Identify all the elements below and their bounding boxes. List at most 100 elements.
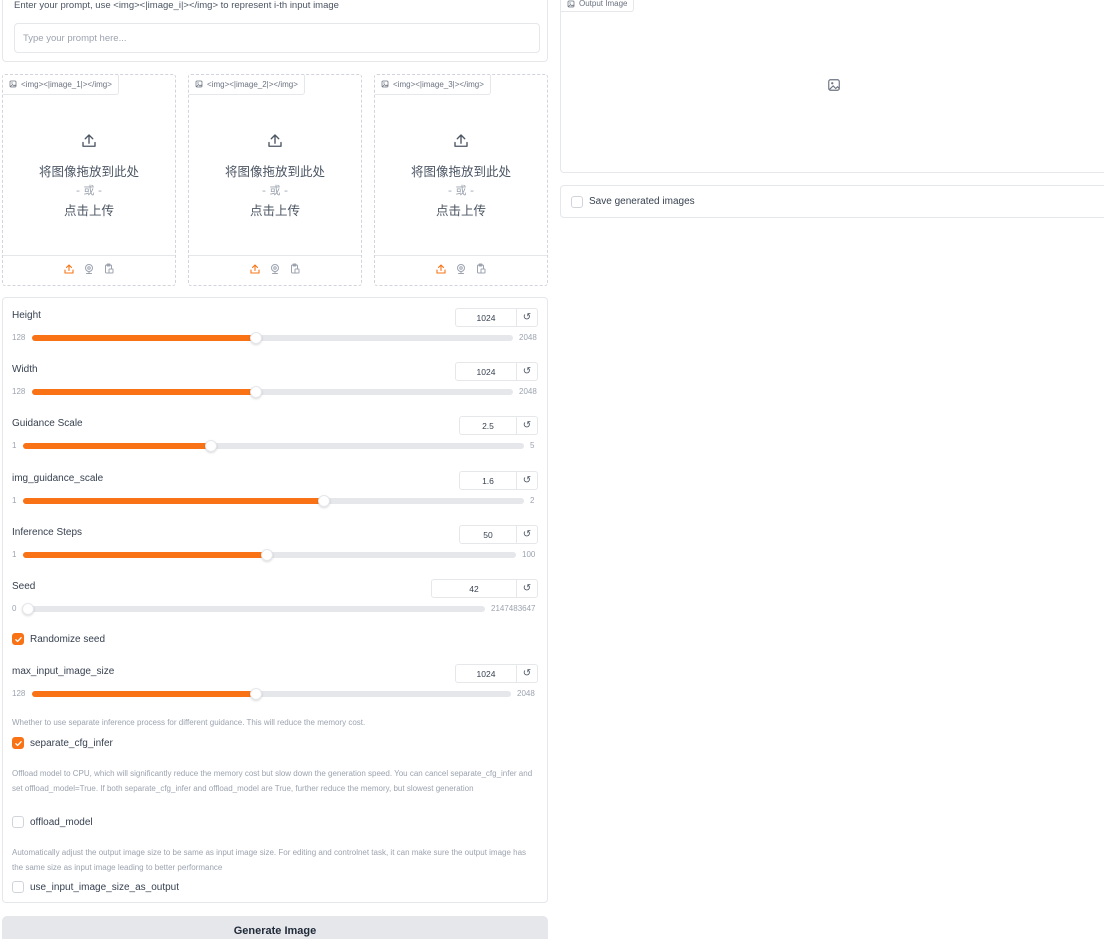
width-label: Width <box>12 364 38 375</box>
use-input-image-size-label: use_input_image_size_as_output <box>30 881 179 893</box>
seed-value[interactable]: 42 <box>432 584 516 594</box>
guidance-scale-slider-fill <box>23 443 211 449</box>
img-guidance-scale-value[interactable]: 1.6 <box>460 476 516 486</box>
separate-cfg-infer-checkbox[interactable] <box>12 737 24 749</box>
img-guidance-scale-max: 2 <box>530 496 535 505</box>
image-icon <box>381 80 389 90</box>
reset-icon[interactable]: ↺ <box>516 526 537 543</box>
webcam-icon[interactable] <box>83 262 95 280</box>
upload-icon <box>452 132 470 155</box>
guidance-scale-slider-handle[interactable] <box>205 440 217 452</box>
image-upload-tag-label: <img><|image_1|></img> <box>21 80 112 89</box>
drop-text: 将图像拖放到此处 <box>224 163 325 179</box>
reset-icon[interactable]: ↺ <box>516 665 537 682</box>
webcam-icon[interactable] <box>455 262 467 280</box>
height-number-input[interactable]: 1024 ↺ <box>455 308 538 327</box>
image-upload-tag-label: <img><|image_3|></img> <box>393 80 484 89</box>
height-slider-handle[interactable] <box>250 332 262 344</box>
height-value[interactable]: 1024 <box>456 313 516 323</box>
image-icon <box>9 80 17 90</box>
image-upload-tag-label: <img><|image_2|></img> <box>207 80 298 89</box>
seed-label: Seed <box>12 581 36 592</box>
inference-steps-value[interactable]: 50 <box>460 530 516 540</box>
image-upload-3[interactable]: <img><|image_3|></img> 将图像拖放到此处 - 或 - 点击上传 <box>374 74 548 286</box>
or-text: - 或 - <box>76 183 102 197</box>
upload-footer <box>3 255 175 285</box>
inference-steps-max: 100 <box>522 550 536 559</box>
inference-steps-slider[interactable] <box>23 549 516 561</box>
max-input-image-size-value[interactable]: 1024 <box>456 669 516 679</box>
img-guidance-scale-slider-fill <box>23 498 324 504</box>
guidance-scale-value[interactable]: 2.5 <box>460 421 516 431</box>
image-icon <box>195 80 203 90</box>
reset-icon[interactable]: ↺ <box>516 580 537 597</box>
randomize-seed-checkbox[interactable] <box>12 633 24 645</box>
upload-icon[interactable] <box>63 262 75 280</box>
seed-slider[interactable] <box>22 603 485 615</box>
webcam-icon[interactable] <box>269 262 281 280</box>
max-input-image-size-slider[interactable] <box>32 688 511 700</box>
reset-icon[interactable]: ↺ <box>516 417 537 434</box>
use-input-image-size-checkbox[interactable] <box>12 881 24 893</box>
separate-cfg-infer-row[interactable]: separate_cfg_infer <box>12 737 113 749</box>
width-slider-handle[interactable] <box>250 386 262 398</box>
save-generated-images-row[interactable]: Save generated images <box>560 185 1104 218</box>
prompt-label: Enter your prompt, use <img><|image_i|><… <box>14 0 339 11</box>
generate-image-button[interactable]: Generate Image <box>2 916 548 939</box>
clipboard-icon[interactable] <box>475 262 487 280</box>
clipboard-icon[interactable] <box>103 262 115 280</box>
seed-max: 2147483647 <box>491 604 536 613</box>
width-value[interactable]: 1024 <box>456 367 516 377</box>
seed-min: 0 <box>12 604 17 613</box>
inference-steps-label: Inference Steps <box>12 527 83 538</box>
max-input-image-size-number-input[interactable]: 1024 ↺ <box>455 664 538 683</box>
randomize-seed-row[interactable]: Randomize seed <box>12 633 105 645</box>
guidance-scale-label: Guidance Scale <box>12 418 83 429</box>
img-guidance-scale-slider-handle[interactable] <box>318 495 330 507</box>
img-guidance-scale-number-input[interactable]: 1.6 ↺ <box>459 471 538 490</box>
inference-steps-slider-handle[interactable] <box>261 549 273 561</box>
upload-icon <box>80 132 98 155</box>
separate-cfg-description: Whether to use separate inference proces… <box>12 718 366 727</box>
img-guidance-scale-slider[interactable] <box>23 495 524 507</box>
or-text: - 或 - <box>448 183 474 197</box>
drop-zone[interactable]: 将图像拖放到此处 - 或 - 点击上传 <box>3 95 175 255</box>
reset-icon[interactable]: ↺ <box>516 363 537 380</box>
guidance-scale-max: 5 <box>530 441 535 450</box>
seed-number-input[interactable]: 42 ↺ <box>431 579 538 598</box>
offload-model-checkbox[interactable] <box>12 816 24 828</box>
guidance-scale-number-input[interactable]: 2.5 ↺ <box>459 416 538 435</box>
height-slider[interactable] <box>32 332 513 344</box>
upload-icon[interactable] <box>435 262 447 280</box>
offload-model-row[interactable]: offload_model <box>12 816 93 828</box>
save-generated-images-checkbox[interactable] <box>571 195 583 208</box>
guidance-scale-slider[interactable] <box>23 440 524 452</box>
reset-icon[interactable]: ↺ <box>516 472 537 489</box>
drop-zone[interactable]: 将图像拖放到此处 - 或 - 点击上传 <box>189 95 361 255</box>
use-input-size-description: Automatically adjust the output image si… <box>12 848 527 872</box>
width-number-input[interactable]: 1024 ↺ <box>455 362 538 381</box>
max-input-image-size-min: 128 <box>12 689 26 698</box>
prompt-input[interactable] <box>14 23 540 53</box>
image-upload-2[interactable]: <img><|image_2|></img> 将图像拖放到此处 - 或 - 点击上传 <box>188 74 362 286</box>
max-input-image-size-slider-fill <box>32 691 256 697</box>
upload-icon[interactable] <box>249 262 261 280</box>
use-input-image-size-row[interactable]: use_input_image_size_as_output <box>12 881 179 893</box>
prompt-block: Enter your prompt, use <img><|image_i|><… <box>2 0 548 62</box>
height-min: 128 <box>12 333 26 342</box>
image-placeholder-icon <box>828 79 840 91</box>
save-generated-images-label: Save generated images <box>589 196 695 207</box>
width-max: 2048 <box>519 387 537 396</box>
reset-icon[interactable]: ↺ <box>516 309 537 326</box>
drop-zone[interactable]: 将图像拖放到此处 - 或 - 点击上传 <box>375 95 547 255</box>
max-input-image-size-slider-handle[interactable] <box>250 688 262 700</box>
offload-model-label: offload_model <box>30 816 93 828</box>
inference-steps-number-input[interactable]: 50 ↺ <box>459 525 538 544</box>
height-slider-fill <box>32 335 256 341</box>
image-upload-1[interactable]: <img><|image_1|></img> 将图像拖放到此处 - 或 - 点击上传 <box>2 74 176 286</box>
width-slider[interactable] <box>32 386 513 398</box>
clipboard-icon[interactable] <box>289 262 301 280</box>
inference-steps-slider-fill <box>23 552 267 558</box>
offload-description: Offload model to CPU, which will signifi… <box>12 769 533 793</box>
seed-slider-handle[interactable] <box>22 603 34 615</box>
